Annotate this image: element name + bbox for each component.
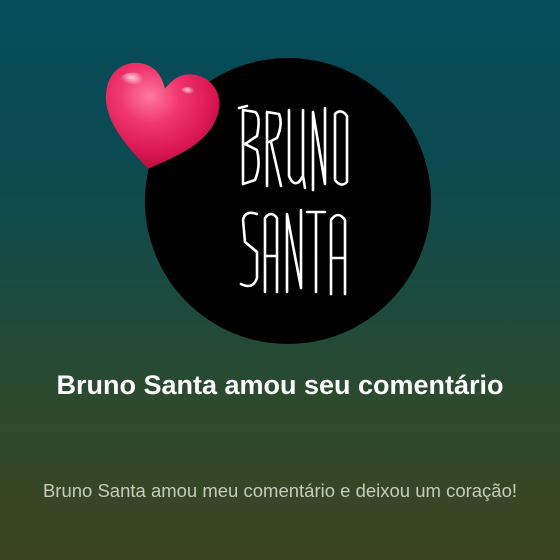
notification-title: Bruno Santa amou seu comentário (56, 370, 504, 400)
notification-message: Bruno Santa amou meu comentário e deixou… (42, 480, 518, 501)
heart-icon (94, 52, 224, 182)
notification-card: Bruno Santa amou seu comentário Bruno Sa… (0, 0, 560, 560)
